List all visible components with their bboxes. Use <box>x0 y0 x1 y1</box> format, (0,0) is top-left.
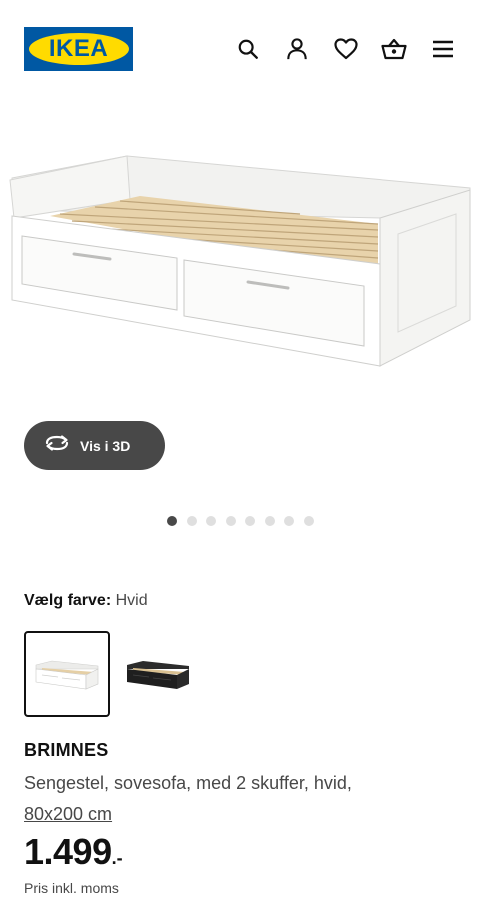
product-price: 1.499 .- <box>24 832 123 878</box>
basket-icon[interactable] <box>381 36 407 62</box>
gallery-dot[interactable] <box>303 516 314 526</box>
menu-icon[interactable] <box>430 36 456 62</box>
search-icon[interactable] <box>235 36 261 62</box>
user-icon[interactable] <box>284 36 310 62</box>
gallery-pagination <box>167 516 314 526</box>
color-selector-heading: Vælg farve: Hvid <box>24 592 148 610</box>
view-in-3d-button[interactable]: Vis i 3D <box>24 421 165 470</box>
logo-text: IKEA <box>48 35 109 62</box>
gallery-dot[interactable] <box>225 516 236 526</box>
rotate-3d-icon <box>44 434 70 457</box>
color-selected-value: Hvid <box>115 592 148 609</box>
ikea-logo[interactable]: IKEA <box>24 27 133 71</box>
price-vat-note: Pris inkl. moms <box>24 880 119 896</box>
gallery-dot[interactable] <box>284 516 294 526</box>
product-size-link[interactable]: 80x200 cm <box>24 804 112 824</box>
color-label: Vælg farve: <box>24 592 112 609</box>
view-in-3d-label: Vis i 3D <box>80 437 131 454</box>
price-suffix: .- <box>111 848 123 868</box>
gallery-dot[interactable] <box>264 516 275 526</box>
gallery-dot[interactable] <box>186 516 197 526</box>
logo-oval: IKEA <box>28 33 129 65</box>
product-name: BRIMNES <box>24 740 109 760</box>
gallery-dot[interactable] <box>167 516 177 526</box>
site-header: IKEA <box>0 0 480 98</box>
gallery-dot[interactable] <box>245 516 255 526</box>
price-amount: 1.499 <box>24 831 112 872</box>
product-image[interactable] <box>0 110 480 400</box>
heart-icon[interactable] <box>333 36 359 62</box>
product-description: Sengestel, sovesofa, med 2 skuffer, hvid… <box>24 768 464 830</box>
color-swatch-black[interactable] <box>115 631 201 717</box>
product-description-text: Sengestel, sovesofa, med 2 skuffer, hvid… <box>24 773 352 793</box>
color-swatch-white[interactable] <box>24 631 110 717</box>
gallery-dot[interactable] <box>206 516 216 526</box>
